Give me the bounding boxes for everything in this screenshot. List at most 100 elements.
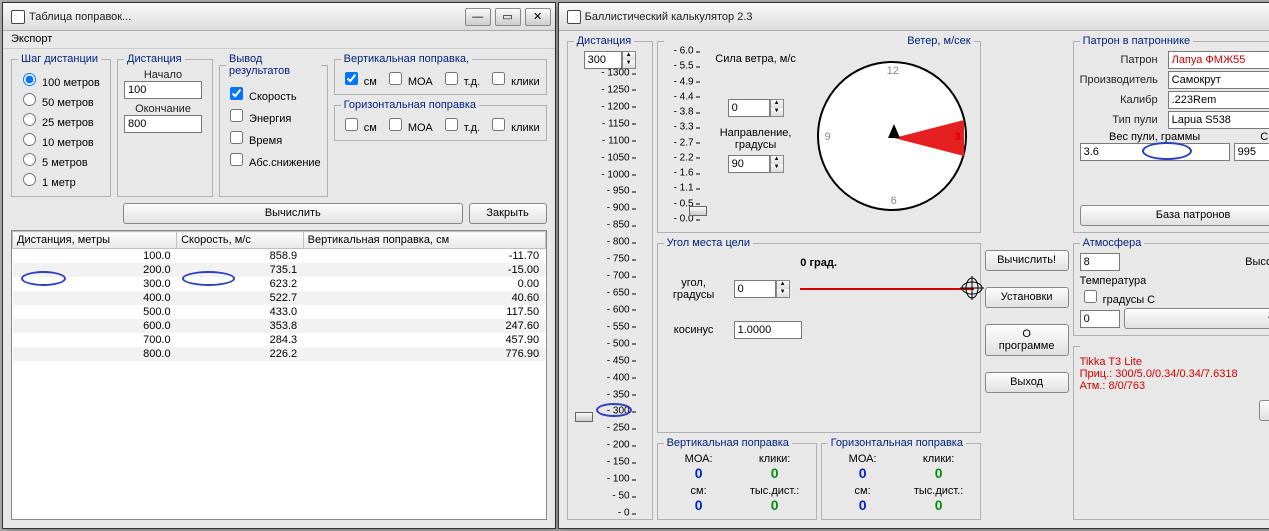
cart-db-button[interactable]: База патронов — [1080, 205, 1269, 226]
hcorr-moa: 0 — [828, 465, 898, 481]
checkbox[interactable]: см — [341, 69, 377, 88]
horz-legend: Горизонтальная поправка — [341, 99, 479, 111]
checkbox[interactable]: МОА — [385, 115, 433, 134]
spin-buttons[interactable]: ▲▼ — [622, 51, 636, 69]
table-row[interactable]: 600.0353.8247.60 — [13, 319, 546, 333]
checkbox[interactable]: Энергия — [226, 106, 321, 125]
close-button[interactable]: ✕ — [525, 8, 551, 26]
checkbox[interactable]: см — [341, 115, 377, 134]
calc-button[interactable]: Вычислить! — [985, 250, 1069, 271]
table-row[interactable]: 100.0858.9-11.70 — [13, 249, 546, 264]
rifle-panel: Винтовка Tikka T3 Lite Приц.: 300/5.0/0.… — [1073, 340, 1269, 520]
vcorr-cm: 0 — [664, 497, 734, 513]
wt-input[interactable] — [1080, 143, 1230, 161]
patron-input[interactable] — [1168, 51, 1269, 69]
checkbox[interactable]: т.д. — [441, 115, 480, 134]
step-radio[interactable]: 25 метров — [18, 110, 104, 129]
std-button[interactable]: <Стандартные> — [1124, 308, 1269, 329]
table-row[interactable]: 800.0226.2776.90 — [13, 347, 546, 361]
rifle-legend: Винтовка — [1080, 340, 1269, 352]
tmp-input[interactable] — [1080, 310, 1120, 328]
wind-slider[interactable] — [689, 206, 707, 216]
scale-tick: - 550 — [607, 321, 630, 332]
minimize-button[interactable]: — — [465, 8, 491, 26]
end-input[interactable] — [124, 115, 202, 133]
dist-legend: Дистанция — [574, 35, 635, 47]
titlebar: Таблица поправок... — ▭ ✕ — [3, 3, 555, 31]
menubar: Экспорт — [3, 31, 555, 49]
step-radio[interactable]: 10 метров — [18, 130, 104, 149]
about-button[interactable]: О программе — [985, 324, 1069, 356]
checkbox[interactable]: Скорость — [226, 84, 321, 103]
scale-tick: - 350 — [607, 389, 630, 400]
table-row[interactable]: 700.0284.3457.90 — [13, 333, 546, 347]
checkbox[interactable]: клики — [488, 69, 540, 88]
angle-input[interactable] — [734, 280, 776, 298]
dtemp-label: Изм. температуры, % — [1080, 186, 1269, 198]
clock-9: 9 — [825, 131, 831, 143]
checkbox[interactable]: Время — [226, 128, 321, 147]
output-group: Вывод результатов Скорость Энергия Время… — [219, 53, 328, 197]
wind-dir-input[interactable] — [728, 155, 770, 173]
col-header[interactable]: Дистанция, метры — [13, 232, 177, 249]
spin-buttons[interactable]: ▲▼ — [776, 280, 790, 298]
wind-dir-label: Направление, градусы — [708, 127, 804, 151]
close-btn[interactable]: Закрыть — [469, 203, 547, 224]
alt-input[interactable] — [1080, 253, 1120, 271]
checkbox[interactable]: МОА — [385, 69, 433, 88]
table-row[interactable]: 200.0735.1-15.00 — [13, 263, 546, 277]
scale-tick: - 800 — [607, 237, 630, 248]
cal-input[interactable] — [1168, 91, 1269, 109]
hcorr-legend: Горизонтальная поправка — [828, 437, 966, 449]
vcorr-td-label: тыс.дист.: — [740, 485, 810, 497]
scale-tick: - 6.0 — [674, 46, 694, 57]
type-input[interactable] — [1168, 111, 1269, 129]
table-row[interactable]: 300.0623.20.00 — [13, 277, 546, 291]
spd-input[interactable] — [1234, 143, 1269, 161]
wind-force-input[interactable] — [728, 99, 770, 117]
calculator-window: Баллистический калькулятор 2.3 — ▭ Диста… — [558, 2, 1269, 529]
cos-input[interactable] — [734, 321, 802, 339]
maker-input[interactable] — [1168, 71, 1269, 89]
step-radio[interactable]: 100 метров — [18, 70, 104, 89]
type-label: Тип пули — [1080, 114, 1162, 126]
rifle-edit-button[interactable]: Изменить — [1259, 400, 1269, 421]
spin-buttons[interactable]: ▲▼ — [770, 155, 784, 173]
col-header[interactable]: Скорость, м/с — [177, 232, 304, 249]
maker-label: Производитель — [1080, 74, 1162, 86]
checkbox[interactable]: Абс.снижение — [226, 150, 321, 169]
exit-button[interactable]: Выход — [985, 372, 1069, 393]
settings-button[interactable]: Установки — [985, 287, 1069, 308]
wind-clock[interactable]: 12 3 6 9 — [817, 61, 967, 211]
calc-button[interactable]: Вычислить — [123, 203, 463, 224]
scale-tick: - 450 — [607, 355, 630, 366]
col-header[interactable]: Вертикальная поправка, см — [303, 232, 545, 249]
scale-tick: - 700 — [607, 271, 630, 282]
step-radio[interactable]: 1 метр — [18, 170, 104, 189]
checkbox[interactable]: клики — [488, 115, 540, 134]
scale-tick: - 200 — [607, 440, 630, 451]
step-radio[interactable]: 50 метров — [18, 90, 104, 109]
table-row[interactable]: 500.0433.0117.50 — [13, 305, 546, 319]
maximize-button[interactable]: ▭ — [495, 8, 521, 26]
deg-checkbox[interactable]: градусы C — [1080, 294, 1156, 306]
spin-buttons[interactable]: ▲▼ — [770, 99, 784, 117]
wind-panel: Ветер, м/сек - 6.0- 5.5- 4.9- 4.4- 3.8- … — [657, 35, 981, 233]
table-row[interactable]: 400.0522.740.60 — [13, 291, 546, 305]
distance-input[interactable] — [584, 51, 622, 69]
step-radio[interactable]: 5 метров — [18, 150, 104, 169]
scale-tick: - 850 — [607, 220, 630, 231]
vcorr-moa-label: МОА: — [664, 453, 734, 465]
vcorr-klk: 0 — [740, 465, 810, 481]
scale-tick: - 950 — [607, 186, 630, 197]
checkbox[interactable]: т.д. — [441, 69, 480, 88]
scale-tick: - 250 — [607, 423, 630, 434]
hcorr-klk-label: клики: — [904, 453, 974, 465]
hcorr-td: 0 — [904, 497, 974, 513]
menu-export[interactable]: Экспорт — [11, 33, 52, 45]
scale-tick: - 0 — [618, 508, 630, 519]
vcorr-legend: Вертикальная поправка — [664, 437, 792, 449]
scale-tick: - 900 — [607, 203, 630, 214]
start-input[interactable] — [124, 81, 202, 99]
scale-tick: - 100 — [607, 474, 630, 485]
